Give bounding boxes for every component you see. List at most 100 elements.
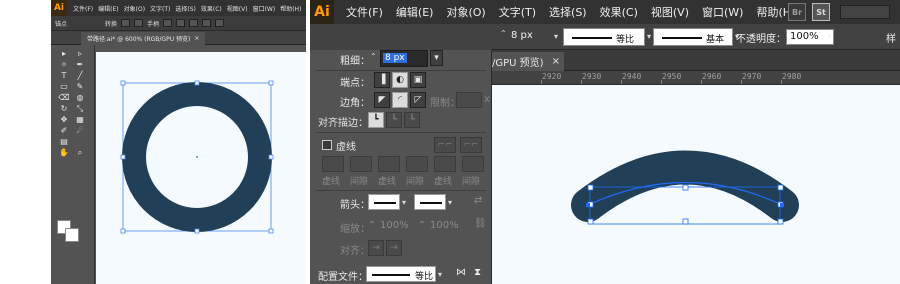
- limit-input[interactable]: [456, 92, 482, 108]
- stroke-weight-input[interactable]: [508, 29, 554, 45]
- stepper-icon[interactable]: ⌃: [418, 220, 426, 231]
- arrow-place-icon[interactable]: ⇥: [386, 240, 402, 256]
- gap-input[interactable]: [350, 156, 372, 172]
- symbol-sprayer-icon[interactable]: ☄: [73, 125, 87, 136]
- bbox-handle[interactable]: [268, 154, 274, 160]
- magic-wand-icon[interactable]: ✧: [57, 59, 71, 70]
- bbox-handle[interactable]: [120, 154, 126, 160]
- stepper-icon[interactable]: ⌃: [500, 29, 507, 38]
- scale-tool-icon[interactable]: ⤡: [73, 103, 87, 114]
- type-tool-icon[interactable]: T: [57, 70, 71, 81]
- swap-arrows-icon[interactable]: ⇄: [474, 195, 482, 206]
- menu-item[interactable]: 文字(T): [150, 4, 170, 13]
- bbox-handle[interactable]: [587, 218, 594, 225]
- dash-input[interactable]: [434, 156, 456, 172]
- menu-item[interactable]: 对象(O): [124, 4, 145, 13]
- graph-tool-icon[interactable]: ▤: [57, 136, 71, 147]
- rotate-tool-icon[interactable]: ↻: [57, 103, 71, 114]
- free-transform-icon[interactable]: ✥: [57, 114, 71, 125]
- arrow-extend-icon[interactable]: ⇥: [368, 240, 384, 256]
- menu-file[interactable]: 文件(F): [346, 4, 383, 20]
- chevron-down-icon[interactable]: ▾: [430, 50, 443, 66]
- menu-view[interactable]: 视图(V): [651, 4, 689, 20]
- align-outside-icon[interactable]: ┗: [404, 112, 420, 128]
- menu-object[interactable]: 对象(O): [446, 4, 485, 20]
- variable-width-profile[interactable]: 等比: [563, 28, 645, 46]
- bbox-handle[interactable]: [194, 228, 200, 234]
- square-cap-icon[interactable]: ▣: [410, 72, 426, 88]
- bbox-handle[interactable]: [194, 80, 200, 86]
- left-canvas[interactable]: [96, 52, 306, 284]
- bbox-handle[interactable]: [777, 218, 784, 225]
- bbox-handle[interactable]: [268, 228, 274, 234]
- right-doc-tab[interactable]: /GPU 预览) ×: [486, 52, 564, 71]
- menu-effect[interactable]: 效果(C): [600, 4, 638, 20]
- selection-tool-icon[interactable]: ▸: [57, 48, 71, 59]
- mesh-tool-icon[interactable]: ✐: [57, 125, 71, 136]
- menu-item[interactable]: 编辑(E): [98, 4, 118, 13]
- gap-input[interactable]: [462, 156, 484, 172]
- handle-button[interactable]: [163, 19, 173, 27]
- arrowhead-end-select[interactable]: [414, 194, 446, 210]
- brush-definition[interactable]: 基本: [653, 28, 733, 46]
- round-join-icon[interactable]: ◜: [392, 92, 408, 108]
- dash-align-icon[interactable]: ⌐⌐: [460, 137, 482, 153]
- bbox-handle[interactable]: [120, 228, 126, 234]
- profile-select[interactable]: 等比: [366, 266, 436, 282]
- close-icon[interactable]: ×: [552, 56, 560, 67]
- chevron-down-icon[interactable]: ▾: [448, 198, 452, 207]
- menu-item[interactable]: 窗口(W): [253, 4, 276, 13]
- menu-edit[interactable]: 编辑(E): [396, 4, 434, 20]
- miter-join-icon[interactable]: ◤: [374, 92, 390, 108]
- chevron-down-icon[interactable]: ▾: [402, 198, 406, 207]
- bbox-handle[interactable]: [268, 80, 274, 86]
- menu-item[interactable]: 选择(S): [175, 4, 196, 13]
- bbox-handle[interactable]: [120, 80, 126, 86]
- bbox-handle[interactable]: [682, 184, 689, 191]
- dashed-checkbox[interactable]: [322, 140, 332, 150]
- blob-brush-icon[interactable]: ◍: [73, 92, 87, 103]
- convert-smooth-button[interactable]: [134, 19, 144, 27]
- chevron-down-icon[interactable]: ▾: [647, 32, 651, 41]
- dash-input[interactable]: [378, 156, 400, 172]
- stroke-swatch[interactable]: [65, 228, 79, 242]
- anchor-tool-button-3[interactable]: [215, 19, 225, 27]
- pen-tool-icon[interactable]: ✒: [73, 59, 87, 70]
- chevron-down-icon[interactable]: ▾: [438, 270, 442, 279]
- flip-vertical-icon[interactable]: ⧗: [474, 267, 481, 278]
- menu-window[interactable]: 窗口(W): [702, 4, 743, 20]
- dash-input[interactable]: [322, 156, 344, 172]
- flip-horizontal-icon[interactable]: ⋈: [456, 267, 466, 278]
- scale-end-value[interactable]: 100%: [430, 220, 459, 231]
- anchor-tool-button-2[interactable]: [202, 19, 212, 27]
- anchor-point[interactable]: [586, 203, 590, 207]
- menu-item[interactable]: 文件(F): [73, 4, 93, 13]
- anchor-tool-button[interactable]: [189, 19, 199, 27]
- rectangle-tool-icon[interactable]: ▭: [57, 81, 71, 92]
- menu-item[interactable]: 视图(V): [227, 4, 248, 13]
- round-cap-icon[interactable]: ◐: [392, 72, 408, 88]
- menu-type[interactable]: 文字(T): [499, 4, 536, 20]
- left-doc-tab[interactable]: 带路径.ai* @ 600% (RGB/GPU 预览) ×: [81, 32, 206, 45]
- menu-item[interactable]: 效果(C): [201, 4, 222, 13]
- stepper-icon[interactable]: ⌃: [368, 220, 376, 231]
- dash-preserve-icon[interactable]: ⌐⌐: [434, 137, 456, 153]
- link-icon[interactable]: ⛓: [474, 218, 487, 229]
- chevron-right-icon[interactable]: ›: [828, 31, 831, 40]
- bbox-handle[interactable]: [777, 184, 784, 191]
- weight-input[interactable]: 8 px: [380, 50, 428, 67]
- stock-icon[interactable]: St: [812, 3, 830, 21]
- close-icon[interactable]: ×: [194, 35, 199, 42]
- butt-cap-icon[interactable]: ▐: [374, 72, 390, 88]
- convert-button[interactable]: [121, 19, 131, 27]
- line-tool-icon[interactable]: ╱: [73, 70, 87, 81]
- align-center-icon[interactable]: ┗: [368, 112, 384, 128]
- hand-tool-icon[interactable]: ✋: [57, 147, 71, 158]
- handle-button-2[interactable]: [176, 19, 186, 27]
- bbox-handle[interactable]: [682, 218, 689, 225]
- shape-builder-icon[interactable]: ▦: [73, 114, 87, 125]
- bridge-icon[interactable]: Br: [788, 3, 806, 21]
- chevron-down-icon[interactable]: ▾: [554, 32, 558, 41]
- anchor-point[interactable]: [780, 203, 784, 207]
- right-canvas[interactable]: [486, 85, 900, 284]
